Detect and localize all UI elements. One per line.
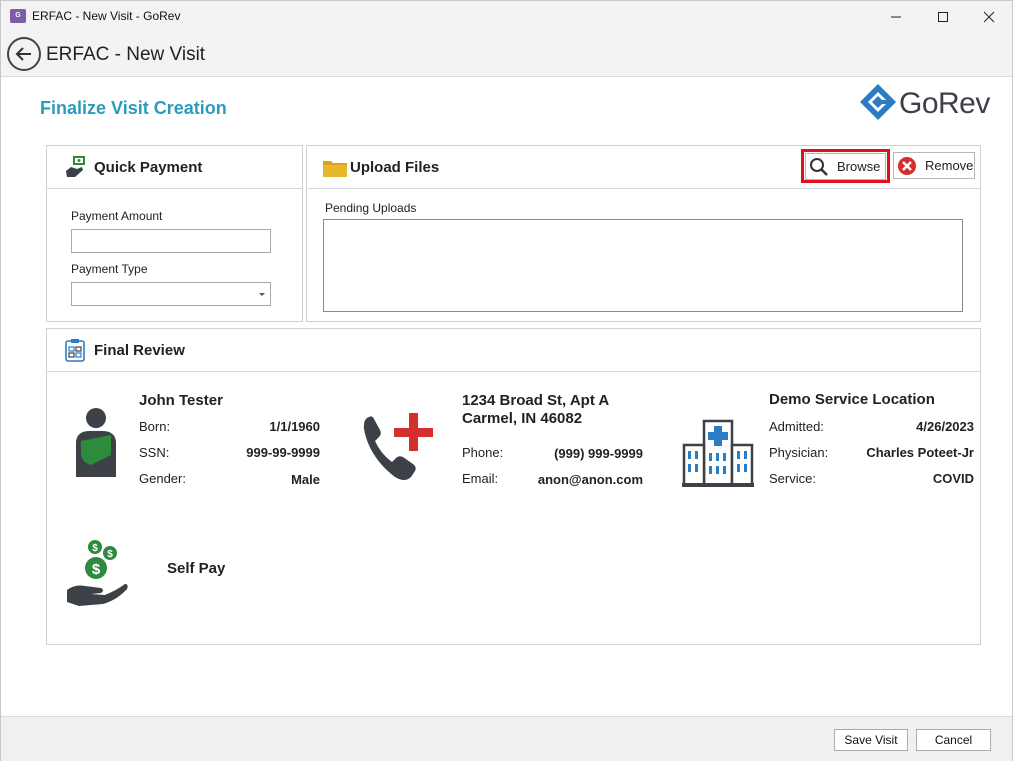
hospital-building-icon bbox=[682, 419, 754, 487]
close-button[interactable] bbox=[966, 1, 1012, 32]
admitted-label: Admitted: bbox=[769, 419, 824, 434]
patient-name: John Tester bbox=[139, 392, 223, 409]
patient-arm-sling-icon bbox=[76, 408, 116, 477]
pending-uploads-label: Pending Uploads bbox=[325, 201, 417, 215]
back-button[interactable] bbox=[7, 37, 41, 71]
payer-name: Self Pay bbox=[167, 560, 226, 577]
quick-payment-panel: Quick Payment Payment Amount Payment Typ… bbox=[46, 145, 303, 322]
header-title: ERFAC - New Visit bbox=[46, 44, 206, 65]
minimize-button[interactable] bbox=[873, 1, 919, 32]
page-title: Finalize Visit Creation bbox=[40, 98, 227, 118]
folder-icon bbox=[323, 161, 347, 177]
remove-button-label: Remove bbox=[925, 158, 974, 173]
app-icon: G bbox=[10, 9, 26, 23]
money-hand-icon: $ $ $ bbox=[67, 540, 128, 606]
final-review-panel: Final Review bbox=[46, 328, 981, 645]
physician-label: Physician: bbox=[769, 445, 829, 460]
email-value: anon@anon.com bbox=[537, 472, 643, 487]
location-name: Demo Service Location bbox=[769, 391, 935, 408]
minimize-icon bbox=[891, 16, 901, 17]
pending-uploads-list[interactable] bbox=[323, 219, 963, 312]
cash-hand-icon bbox=[66, 156, 85, 177]
remove-button[interactable]: Remove bbox=[893, 152, 975, 179]
born-value: 1/1/1960 bbox=[269, 419, 320, 434]
service-label: Service: bbox=[769, 471, 816, 486]
title-bar: G ERFAC - New Visit - GoRev bbox=[1, 1, 1012, 32]
logo-text: GoRev bbox=[899, 87, 990, 120]
ssn-label: SSN: bbox=[139, 445, 170, 460]
gender-label: Gender: bbox=[139, 471, 186, 486]
footer-bar: Save Visit Cancel bbox=[1, 716, 1012, 761]
dropdown-caret-icon bbox=[259, 293, 265, 296]
ssn-value: 999-99-9999 bbox=[246, 445, 320, 460]
remove-x-icon bbox=[898, 156, 916, 175]
born-label: Born: bbox=[139, 419, 171, 434]
address-line2: Carmel, IN 46082 bbox=[462, 410, 583, 427]
header-bar: ERFAC - New Visit bbox=[1, 32, 1012, 77]
upload-files-title: Upload Files bbox=[350, 159, 440, 176]
save-visit-button[interactable]: Save Visit bbox=[834, 729, 908, 751]
phone-value: (999) 999-9999 bbox=[554, 446, 643, 461]
phone-label: Phone: bbox=[462, 445, 504, 460]
svg-text:$: $ bbox=[92, 561, 101, 578]
app-window: G ERFAC - New Visit - GoRev ERFAC - New … bbox=[0, 0, 1013, 761]
gender-value: Male bbox=[291, 472, 320, 487]
arrow-left-icon bbox=[15, 47, 31, 61]
address-line1: 1234 Broad St, Apt A bbox=[462, 392, 610, 409]
maximize-icon bbox=[938, 11, 948, 22]
payment-type-select[interactable] bbox=[71, 282, 271, 306]
window-title: ERFAC - New Visit - GoRev bbox=[32, 9, 181, 23]
close-icon bbox=[983, 11, 995, 22]
admitted-value: 4/26/2023 bbox=[916, 419, 974, 434]
maximize-button[interactable] bbox=[920, 1, 966, 32]
payment-type-label: Payment Type bbox=[71, 262, 148, 276]
email-label: Email: bbox=[462, 471, 499, 486]
quick-payment-title: Quick Payment bbox=[94, 159, 203, 176]
gorev-logo-mark-icon bbox=[860, 84, 896, 120]
phone-medical-icon bbox=[363, 413, 433, 480]
clipboard-check-icon bbox=[65, 339, 85, 362]
svg-text:$: $ bbox=[92, 543, 98, 554]
quick-payment-header: Quick Payment bbox=[47, 146, 302, 189]
svg-text:$: $ bbox=[107, 549, 113, 560]
physician-value: Charles Poteet-Jr bbox=[866, 445, 974, 460]
final-review-title: Final Review bbox=[94, 342, 185, 359]
final-review-header: Final Review bbox=[47, 329, 980, 372]
gorev-logo: GoRev bbox=[859, 81, 994, 123]
cancel-button[interactable]: Cancel bbox=[916, 729, 991, 751]
payment-amount-input[interactable] bbox=[71, 229, 271, 253]
service-value: COVID bbox=[932, 471, 974, 486]
payment-amount-label: Payment Amount bbox=[71, 209, 163, 223]
browse-highlight-box bbox=[801, 149, 890, 183]
